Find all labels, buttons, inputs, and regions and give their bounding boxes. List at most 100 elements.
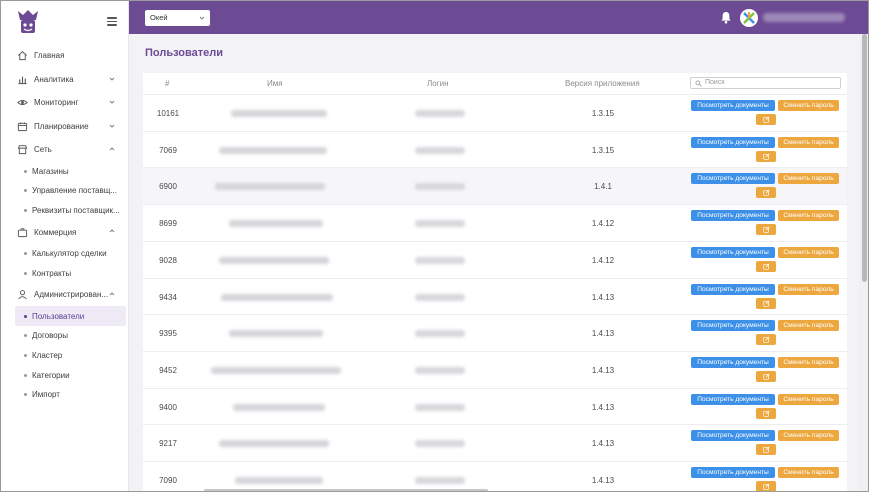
- view-documents-button[interactable]: Посмотреть документы: [691, 430, 775, 442]
- change-password-button[interactable]: Сменить пароль: [778, 356, 839, 368]
- change-password-button[interactable]: Сменить пароль: [778, 210, 839, 222]
- edit-button[interactable]: [756, 334, 776, 346]
- change-password-button[interactable]: Сменить пароль: [778, 320, 839, 332]
- edit-button[interactable]: [756, 187, 776, 199]
- sidebar-subitem-import[interactable]: Импорт: [1, 385, 129, 405]
- avatar[interactable]: [740, 9, 758, 27]
- sidebar-subitem-stores[interactable]: Магазины: [1, 162, 129, 182]
- sidebar-item-administration[interactable]: Администрирован...: [1, 283, 129, 307]
- edit-button[interactable]: [756, 114, 776, 125]
- change-password-button[interactable]: Сменить пароль: [778, 283, 839, 295]
- column-header-login[interactable]: Логин: [427, 79, 449, 88]
- change-password-button[interactable]: Сменить пароль: [778, 430, 839, 442]
- search-icon: [695, 80, 702, 87]
- search-input[interactable]: Поиск: [690, 77, 841, 89]
- change-password-button[interactable]: Сменить пароль: [778, 246, 839, 258]
- sidebar-item-label: Магазины: [32, 166, 69, 176]
- change-password-button[interactable]: Сменить пароль: [778, 136, 839, 148]
- view-documents-button[interactable]: Посмотреть документы: [691, 393, 775, 405]
- sidebar-subitem-categories[interactable]: Категории: [1, 365, 129, 385]
- briefcase-icon: [17, 227, 28, 238]
- table-row: 9434 1.4.13 Посмотреть документы Сменить па…: [143, 277, 847, 315]
- sidebar-item-label: Управление поставщ...: [32, 186, 117, 196]
- sidebar-item-label: Категории: [32, 370, 70, 380]
- sidebar-item-label: Сеть: [34, 145, 52, 155]
- sidebar-item-planning[interactable]: Планирование: [1, 115, 129, 139]
- cell-login-masked: [415, 330, 465, 338]
- cell-version: 1.4.13: [591, 439, 615, 449]
- edit-button[interactable]: [756, 224, 776, 236]
- sidebar-item-label: Кластер: [32, 350, 63, 360]
- sidebar-subitem-deal-calculator[interactable]: Калькулятор сделки: [1, 244, 129, 264]
- chevron-up-icon: [109, 292, 115, 296]
- sidebar-subitem-users[interactable]: Пользователи: [15, 306, 126, 327]
- user-email-masked[interactable]: [763, 13, 845, 22]
- cell-name-masked: [219, 146, 327, 154]
- change-password-button[interactable]: Сменить пароль: [778, 173, 839, 185]
- sidebar-subitem-agreements[interactable]: Договоры: [1, 326, 129, 346]
- table-row: 6900 1.4.1 Посмотреть документы Сменить пар…: [143, 167, 847, 205]
- vertical-scrollbar[interactable]: [859, 34, 868, 491]
- edit-icon: [762, 189, 769, 197]
- cell-name-masked: [229, 330, 323, 338]
- column-header-version[interactable]: Версия приложения: [565, 79, 640, 88]
- edit-button[interactable]: [756, 444, 776, 456]
- sidebar-subitem-contracts[interactable]: Контракты: [1, 263, 129, 283]
- company-select-value: Окей: [150, 13, 168, 22]
- bullet-icon: [24, 334, 27, 338]
- menu-toggle-icon[interactable]: [107, 17, 117, 26]
- bell-icon[interactable]: [720, 11, 732, 24]
- view-documents-button[interactable]: Посмотреть документы: [691, 320, 775, 332]
- view-documents-button[interactable]: Посмотреть документы: [691, 173, 775, 185]
- view-documents-button[interactable]: Посмотреть документы: [691, 356, 775, 368]
- view-documents-button[interactable]: Посмотреть документы: [691, 283, 775, 295]
- column-header-id[interactable]: #: [165, 79, 169, 88]
- sidebar-subitem-cluster[interactable]: Кластер: [1, 346, 129, 366]
- cell-version: 1.4.12: [591, 219, 615, 229]
- cell-id: 7069: [159, 145, 177, 155]
- sidebar-item-monitoring[interactable]: Мониторинг: [1, 91, 129, 115]
- cell-id: 9395: [159, 329, 177, 339]
- column-header-name[interactable]: Имя: [267, 79, 283, 88]
- edit-button[interactable]: [756, 150, 776, 162]
- view-documents-button[interactable]: Посмотреть документы: [691, 100, 775, 111]
- chart-icon: [17, 74, 28, 85]
- edit-button[interactable]: [756, 407, 776, 419]
- cell-id: 6900: [159, 182, 177, 192]
- cell-name-masked: [231, 110, 327, 117]
- edit-button[interactable]: [756, 481, 776, 491]
- edit-button[interactable]: [756, 297, 776, 309]
- edit-icon: [762, 300, 769, 307]
- edit-button[interactable]: [756, 260, 776, 272]
- bullet-icon: [24, 252, 27, 256]
- sidebar-item-network[interactable]: Сеть: [1, 138, 129, 162]
- cell-version: 1.4.13: [591, 365, 615, 375]
- table-row: 8699 1.4.12 Посмотреть документы Сменить па…: [143, 204, 847, 241]
- chevron-down-icon: [109, 77, 115, 81]
- view-documents-button[interactable]: Посмотреть документы: [691, 246, 775, 258]
- view-documents-button[interactable]: Посмотреть документы: [691, 467, 775, 478]
- sidebar-item-analytics[interactable]: Аналитика: [1, 68, 129, 92]
- table-header: # Имя Логин Версия приложения Поиск: [143, 73, 847, 94]
- sidebar-subitem-supplier-management[interactable]: Управление поставщ...: [1, 181, 129, 201]
- view-documents-button[interactable]: Посмотреть документы: [691, 210, 775, 222]
- edit-button[interactable]: [756, 370, 776, 382]
- sidebar-item-label: Калькулятор сделки: [32, 249, 107, 259]
- scrollbar-thumb[interactable]: [862, 34, 867, 282]
- sidebar-item-label: Планирование: [34, 121, 89, 131]
- change-password-button[interactable]: Сменить пароль: [778, 393, 839, 405]
- cell-id: 9452: [159, 365, 177, 375]
- company-select[interactable]: Окей: [145, 10, 210, 26]
- table-row: 9395 1.4.13 Посмотреть документы Сменить па…: [143, 314, 847, 351]
- cell-name-masked: [219, 440, 329, 448]
- sidebar-subitem-supplier-details[interactable]: Реквизиты поставщик...: [1, 201, 129, 221]
- edit-icon: [762, 373, 769, 380]
- app-logo[interactable]: [15, 8, 41, 36]
- change-password-button[interactable]: Сменить пароль: [778, 467, 839, 478]
- view-documents-button[interactable]: Посмотреть документы: [691, 136, 775, 148]
- sidebar-item-commerce[interactable]: Коммерция: [1, 220, 129, 244]
- change-password-button[interactable]: Сменить пароль: [778, 100, 839, 111]
- sidebar-item-home[interactable]: Главная: [1, 44, 129, 68]
- sidebar: Главная Аналитика Мониторинг Планировани…: [1, 1, 129, 491]
- cell-name-masked: [215, 183, 325, 191]
